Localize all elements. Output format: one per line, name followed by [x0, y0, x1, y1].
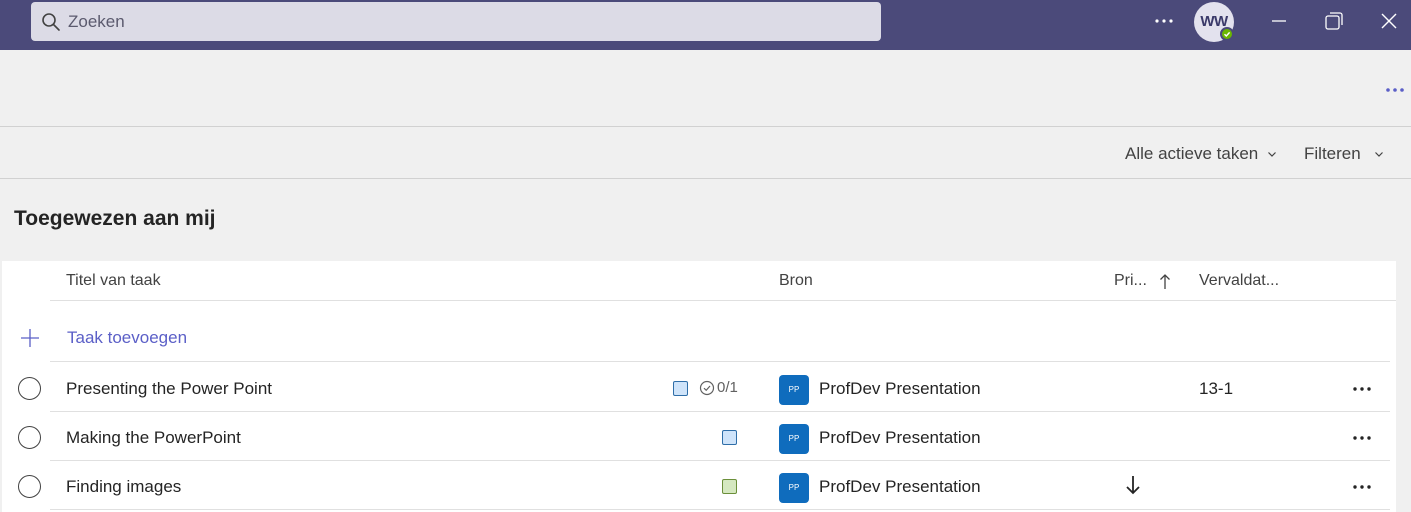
- plan-icon: PP: [779, 375, 809, 405]
- label-color-chip: [722, 479, 737, 494]
- column-header-priority[interactable]: Pri...: [1114, 272, 1147, 290]
- complete-task-checkbox[interactable]: [18, 426, 41, 449]
- search-icon: [42, 13, 60, 31]
- column-header-source[interactable]: Bron: [779, 272, 813, 290]
- filter-label: Filteren: [1304, 144, 1361, 163]
- table-row[interactable]: Presenting the Power Point 0/1 PP ProfDe…: [2, 363, 1396, 412]
- divider: [50, 509, 1390, 510]
- task-title[interactable]: Presenting the Power Point: [66, 379, 272, 399]
- view-selector-label: Alle actieve taken: [1125, 144, 1259, 163]
- title-bar: WW: [0, 0, 1411, 50]
- plan-icon: PP: [779, 424, 809, 454]
- task-title[interactable]: Making the PowerPoint: [66, 428, 241, 448]
- task-source[interactable]: ProfDev Presentation: [819, 428, 981, 448]
- due-date: 13-1: [1199, 379, 1234, 398]
- complete-task-checkbox[interactable]: [18, 475, 41, 498]
- row-more-options-icon[interactable]: [1350, 381, 1374, 397]
- chevron-down-icon: [1268, 152, 1277, 157]
- row-more-options-icon[interactable]: [1350, 479, 1374, 495]
- search-input[interactable]: [68, 2, 848, 41]
- column-header-due-date[interactable]: Vervaldat...: [1199, 272, 1279, 290]
- section-title: Toegewezen aan mij: [14, 207, 216, 230]
- add-task-row[interactable]: Taak toevoegen: [2, 301, 1396, 362]
- row-more-options-icon[interactable]: [1350, 430, 1374, 446]
- arrow-down-icon: [1126, 476, 1140, 495]
- restore-icon[interactable]: [1321, 8, 1347, 34]
- chevron-down-icon: [1374, 152, 1383, 157]
- complete-task-checkbox[interactable]: [18, 377, 41, 400]
- view-selector-button[interactable]: Alle actieve taken: [1125, 140, 1278, 168]
- more-options-icon[interactable]: [1150, 8, 1178, 34]
- checklist-icon: [699, 380, 715, 395]
- divider: [0, 126, 1411, 127]
- task-title[interactable]: Finding images: [66, 477, 181, 497]
- task-table: Titel van taak Bron Pri... Vervaldat... …: [2, 261, 1396, 512]
- column-header-title[interactable]: Titel van taak: [66, 272, 161, 290]
- divider: [0, 178, 1411, 179]
- label-color-chip: [673, 381, 688, 396]
- label-color-chip: [722, 430, 737, 445]
- task-source[interactable]: ProfDev Presentation: [819, 379, 981, 399]
- divider: [50, 361, 1390, 362]
- add-task-label[interactable]: Taak toevoegen: [67, 328, 187, 348]
- table-row[interactable]: Finding images PP ProfDev Presentation: [2, 461, 1396, 510]
- add-icon: [21, 329, 39, 347]
- plan-icon: PP: [779, 473, 809, 503]
- minimize-icon[interactable]: [1266, 8, 1292, 34]
- filter-button[interactable]: Filteren: [1304, 140, 1385, 168]
- table-row[interactable]: Making the PowerPoint PP ProfDev Present…: [2, 412, 1396, 461]
- search-box[interactable]: [31, 2, 881, 41]
- sort-ascending-icon[interactable]: [1158, 273, 1172, 291]
- task-source[interactable]: ProfDev Presentation: [819, 477, 981, 497]
- page-more-options-icon[interactable]: [1383, 80, 1407, 100]
- close-icon[interactable]: [1376, 8, 1402, 34]
- presence-available-icon: [1220, 27, 1234, 41]
- checklist-count: 0/1: [717, 379, 738, 396]
- checklist-progress: 0/1: [699, 379, 738, 396]
